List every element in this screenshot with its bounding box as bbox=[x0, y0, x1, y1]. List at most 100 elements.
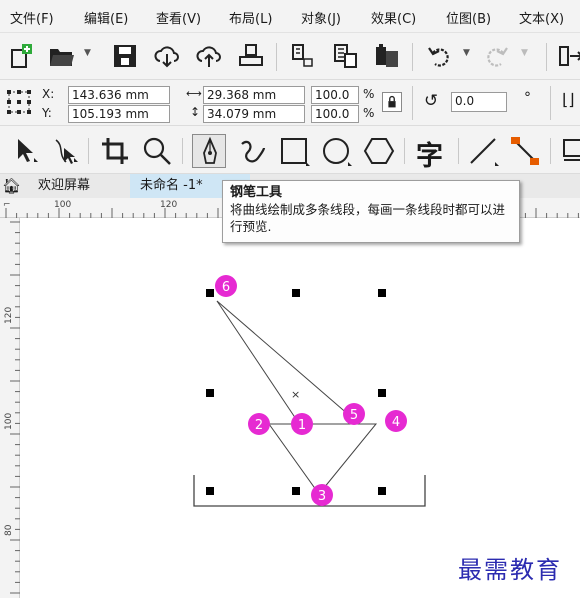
selection-handle[interactable] bbox=[206, 289, 214, 297]
selection-handle[interactable] bbox=[292, 289, 300, 297]
toolbar-separator bbox=[412, 43, 413, 71]
shape-tool-icon[interactable] bbox=[48, 134, 82, 168]
percent-sign: % bbox=[363, 87, 375, 101]
selection-handle[interactable] bbox=[378, 487, 386, 495]
toolbox-separator bbox=[404, 138, 405, 164]
drawing-svg: × 1 2 3 4 5 6 bbox=[193, 275, 426, 507]
export-icon[interactable] bbox=[330, 41, 360, 71]
print-icon[interactable] bbox=[236, 41, 266, 71]
property-bar: X: Y: 143.636 mm 105.193 mm ⟷ ↕ 29.368 m… bbox=[0, 80, 580, 126]
ruler-label: 120 bbox=[160, 200, 178, 210]
shadow-tool-icon[interactable] bbox=[558, 134, 580, 168]
redo-dropdown-icon[interactable]: ▼ bbox=[521, 48, 528, 58]
degree-sign: ° bbox=[524, 90, 531, 106]
polygon-tool-icon[interactable] bbox=[362, 134, 396, 168]
cloud-upload-icon[interactable] bbox=[194, 41, 224, 71]
marker-6-label: 6 bbox=[222, 280, 230, 295]
marker-1-label: 1 bbox=[298, 418, 306, 433]
x-position-field[interactable]: 143.636 mm bbox=[68, 86, 170, 104]
menu-bar: 文件(F) 编辑(E) 查看(V) 布局(L) 对象(J) 效果(C) 位图(B… bbox=[0, 0, 580, 32]
tooltip-body: 将曲线绘制成多条线段，每画一条线段时都可以进行预览. bbox=[230, 202, 506, 234]
undo-icon[interactable] bbox=[424, 41, 454, 71]
ruler-label: 120 bbox=[4, 306, 14, 324]
tooltip-title: 钢笔工具 bbox=[230, 185, 283, 200]
selection-handle[interactable] bbox=[206, 389, 214, 397]
pen-tool-icon[interactable] bbox=[192, 134, 226, 168]
object-origin-icon[interactable] bbox=[6, 89, 32, 115]
standard-toolbar: ▼ ▼ ▼ bbox=[0, 32, 580, 80]
new-document-icon[interactable] bbox=[6, 41, 36, 71]
undo-dropdown-icon[interactable]: ▼ bbox=[463, 48, 470, 58]
selection-handle[interactable] bbox=[378, 289, 386, 297]
rectangle-tool-icon[interactable] bbox=[278, 134, 312, 168]
pen-segment[interactable] bbox=[216, 300, 301, 426]
freehand-tool-icon[interactable] bbox=[236, 134, 270, 168]
y-position-field[interactable]: 105.193 mm bbox=[68, 105, 170, 123]
menu-view[interactable]: 查看(V) bbox=[156, 8, 201, 27]
rotation-angle-field[interactable]: 0.0 bbox=[451, 92, 507, 112]
x-label: X: bbox=[42, 87, 55, 101]
dimension-tool-icon[interactable] bbox=[466, 134, 500, 168]
scale-x-field[interactable]: 100.0 bbox=[311, 86, 359, 104]
home-icon[interactable]: 🏠︎ bbox=[2, 177, 21, 195]
open-dropdown-icon[interactable]: ▼ bbox=[84, 48, 91, 58]
toolbox-separator bbox=[458, 138, 459, 164]
menu-file[interactable]: 文件(F) bbox=[10, 8, 54, 27]
bracket-shape[interactable] bbox=[193, 475, 426, 507]
ruler-label: 100 bbox=[54, 200, 72, 210]
mirror-icon[interactable]: ⌊⌋ bbox=[562, 90, 574, 109]
save-icon[interactable] bbox=[110, 41, 140, 71]
crop-tool-icon[interactable] bbox=[98, 134, 132, 168]
snap-icon[interactable] bbox=[556, 41, 580, 71]
menu-bitmaps[interactable]: 位图(B) bbox=[446, 8, 491, 27]
watermark-text: 最需教育 bbox=[458, 556, 562, 584]
height-field[interactable]: 34.079 mm bbox=[203, 105, 305, 123]
redo-icon[interactable] bbox=[482, 41, 512, 71]
import-icon[interactable] bbox=[288, 41, 318, 71]
percent-sign: % bbox=[363, 106, 375, 120]
tab-welcome-screen[interactable]: 欢迎屏幕 bbox=[28, 174, 100, 198]
menu-layout[interactable]: 布局(L) bbox=[229, 8, 272, 27]
marker-5-label: 5 bbox=[350, 408, 358, 423]
selection-handle[interactable] bbox=[206, 487, 214, 495]
text-tool-icon[interactable]: 字 bbox=[414, 134, 448, 172]
pen-triangle[interactable] bbox=[268, 423, 378, 495]
vertical-ruler[interactable]: 120 100 80 bbox=[0, 218, 20, 598]
marker-4-label: 4 bbox=[392, 415, 400, 430]
y-label: Y: bbox=[42, 106, 52, 120]
menu-text[interactable]: 文本(X) bbox=[519, 8, 564, 27]
cloud-download-icon[interactable] bbox=[152, 41, 182, 71]
rotation-icon: ↺ bbox=[424, 91, 439, 111]
menu-effects[interactable]: 效果(C) bbox=[371, 8, 416, 27]
ruler-label: 100 bbox=[4, 412, 14, 430]
propbar-separator bbox=[550, 86, 551, 120]
selection-handle[interactable] bbox=[292, 487, 300, 495]
toolbox-separator bbox=[182, 138, 183, 164]
pen-tool-tooltip: 钢笔工具 将曲线绘制成多条线段，每画一条线段时都可以进行预览. bbox=[222, 180, 520, 243]
toolbox-separator bbox=[88, 138, 89, 164]
zoom-tool-icon[interactable] bbox=[140, 134, 174, 168]
lock-ratio-icon[interactable] bbox=[382, 92, 402, 112]
ruler-origin-icon[interactable]: ⌐ bbox=[3, 200, 11, 210]
propbar-separator bbox=[412, 86, 413, 120]
toolbar-separator bbox=[276, 43, 277, 71]
pick-tool-icon[interactable] bbox=[8, 134, 42, 168]
drawing-canvas[interactable]: × 1 2 3 4 5 6 bbox=[21, 219, 580, 598]
center-mark: × bbox=[291, 388, 300, 401]
ruler-label: 80 bbox=[4, 524, 14, 536]
connector-tool-icon[interactable] bbox=[508, 134, 542, 168]
menu-edit[interactable]: 编辑(E) bbox=[84, 8, 128, 27]
pen-segment[interactable] bbox=[216, 300, 358, 423]
toolbar-separator bbox=[546, 43, 547, 71]
open-folder-icon[interactable] bbox=[46, 41, 76, 71]
marker-2-label: 2 bbox=[255, 418, 263, 433]
scale-y-field[interactable]: 100.0 bbox=[311, 105, 359, 123]
selection-handle[interactable] bbox=[378, 389, 386, 397]
width-field[interactable]: 29.368 mm bbox=[203, 86, 305, 104]
ruler-ticks bbox=[10, 221, 20, 594]
marker-3-label: 3 bbox=[318, 489, 326, 504]
menu-object[interactable]: 对象(J) bbox=[301, 8, 341, 27]
ellipse-tool-icon[interactable] bbox=[320, 134, 354, 168]
toolbox-separator bbox=[550, 138, 551, 164]
publish-pdf-icon[interactable] bbox=[372, 41, 402, 71]
